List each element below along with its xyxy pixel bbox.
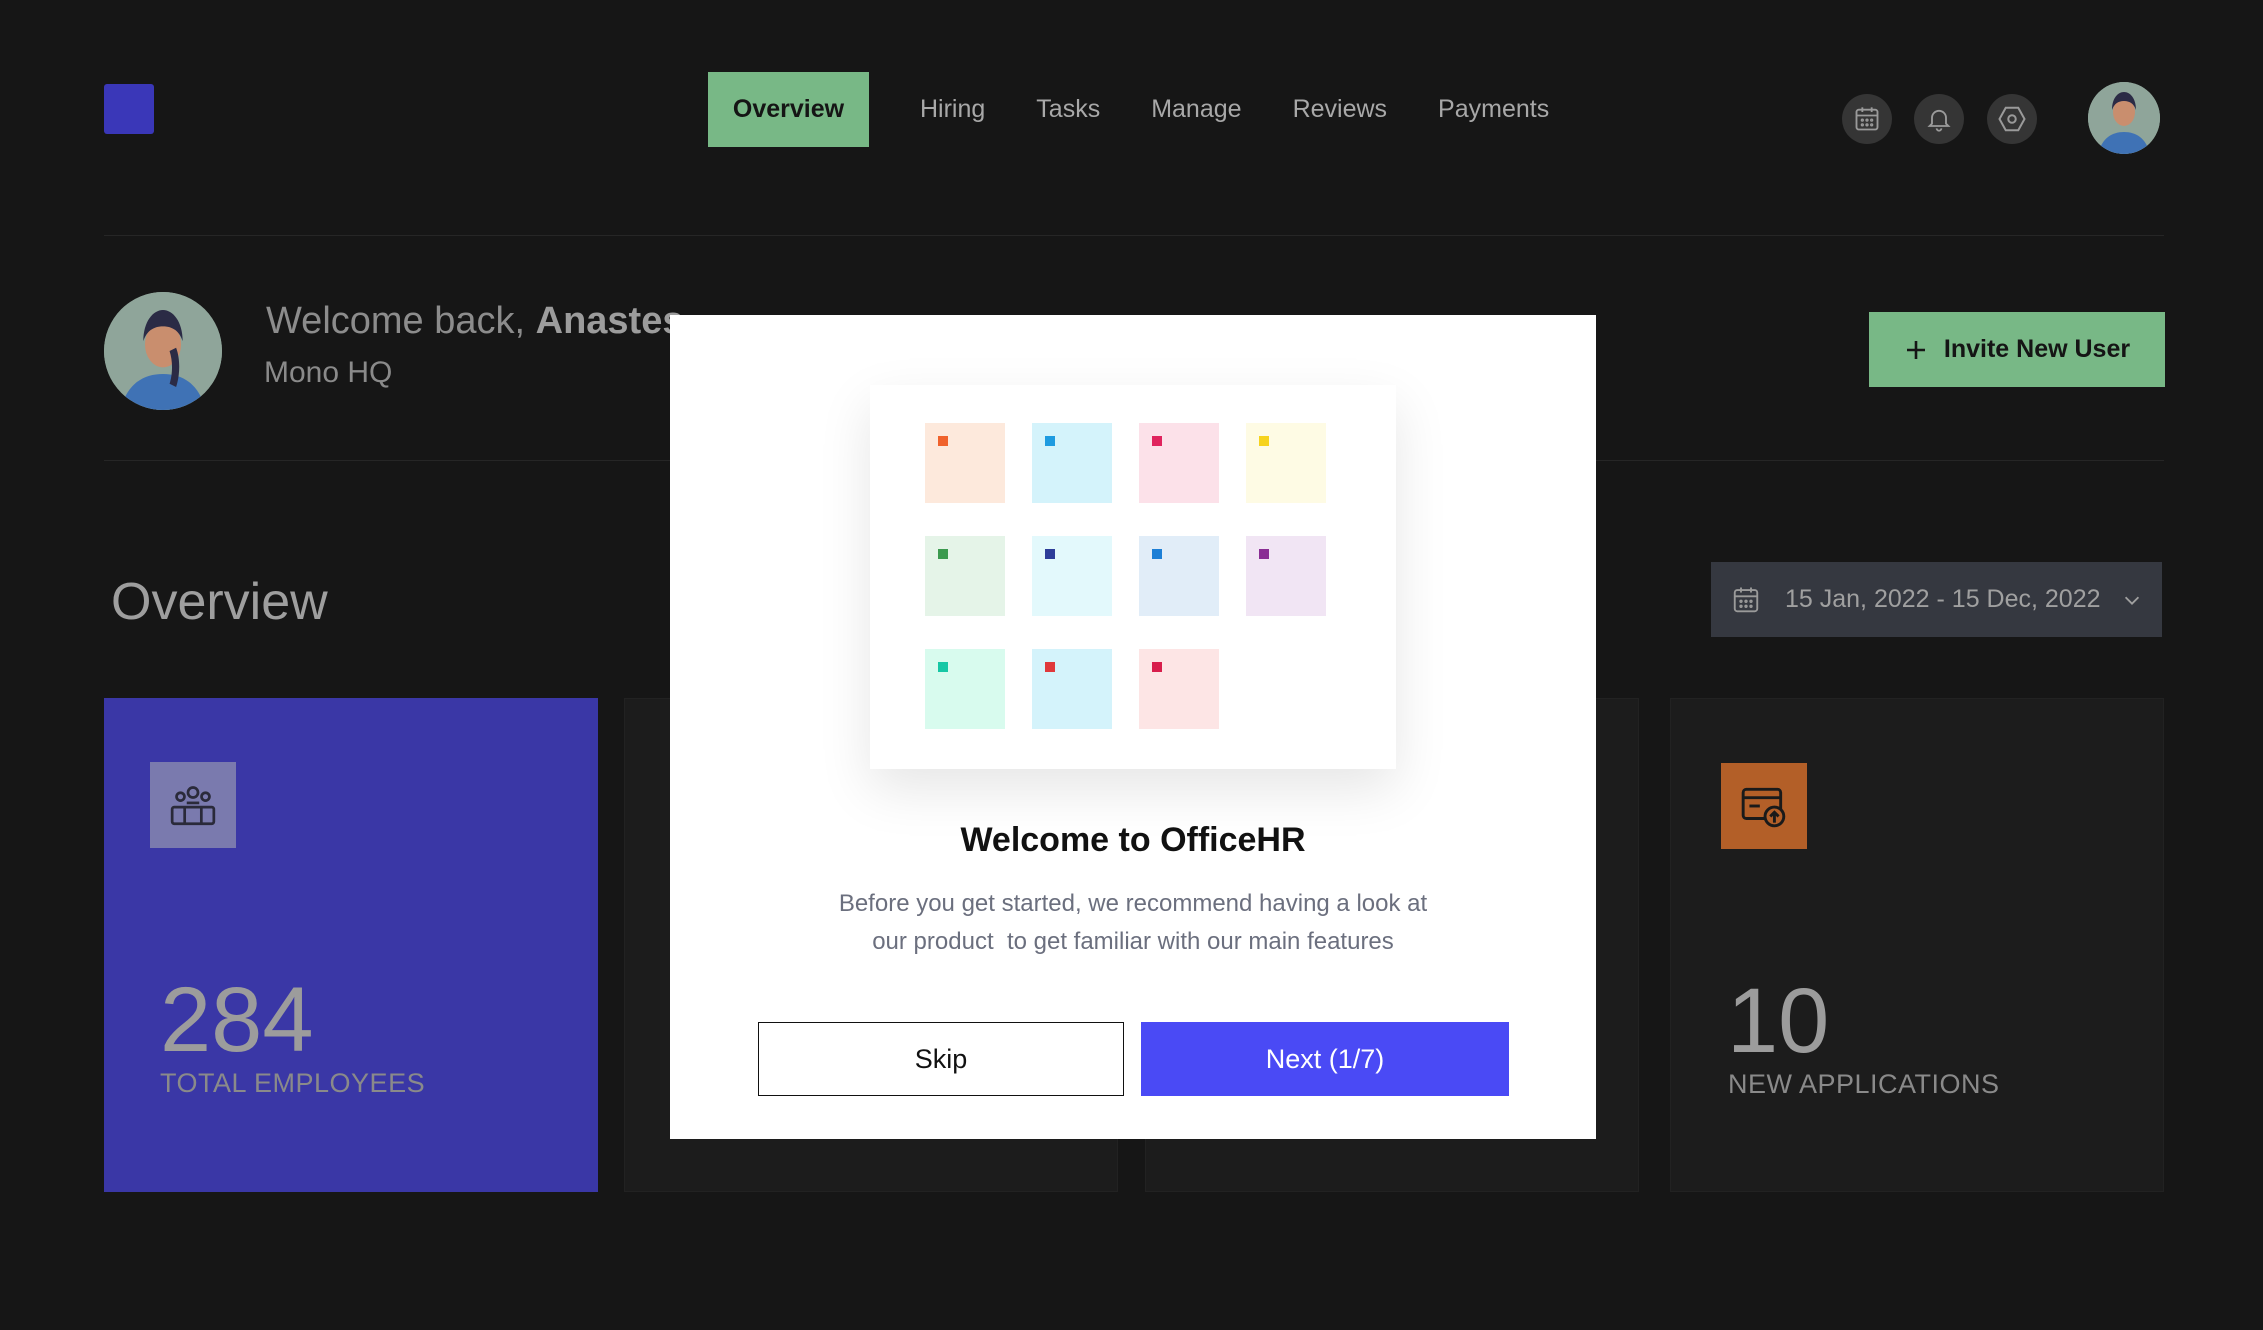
card-icon-box [1721,763,1807,849]
feature-tile-dot [1259,549,1269,559]
invite-button-label: Invite New User [1943,335,2131,363]
organization-name: Mono HQ [264,356,393,389]
nav-overview[interactable]: Overview [708,72,869,147]
feature-tile [925,536,1005,616]
modal-title: Welcome to OfficeHR [960,821,1306,859]
header-divider [104,235,2164,236]
feature-tile [925,423,1005,503]
welcome-name: Anastes [535,300,684,342]
card-value: 10 [1727,970,1830,1072]
chevron-down-icon [2124,596,2139,605]
card-new-applications[interactable]: 10 NEW APPLICATIONS [1670,698,2164,1192]
modal-description: Before you get started, we recommend hav… [790,885,1476,961]
card-label: TOTAL EMPLOYEES [160,1068,426,1098]
calendar-icon [1855,107,1879,131]
feature-tile-dot [1152,436,1162,446]
invite-new-user-button[interactable]: Invite New User [1869,312,2165,387]
card-label: NEW APPLICATIONS [1728,1069,2000,1099]
welcome-message: Welcome back, Anastes [266,300,683,343]
onboarding-modal: Welcome to OfficeHR Before you get start… [670,315,1596,1139]
profile-avatar [104,292,222,410]
feature-tile [1246,423,1326,503]
feature-tile [1139,423,1219,503]
feature-tile-dot [1152,662,1162,672]
feature-tile [1246,536,1326,616]
welcome-prefix: Welcome back, [266,300,536,342]
feature-tile [1032,536,1112,616]
feature-tile-dot [938,436,948,446]
date-range-text: 15 Jan, 2022 - 15 Dec, 2022 [1785,585,2101,613]
feature-preview [870,385,1396,769]
settings-button[interactable] [1987,94,2037,144]
app-logo[interactable] [104,84,154,134]
nav-tasks[interactable]: Tasks [1036,95,1100,124]
calendar-icon [1733,587,1759,612]
nav-hiring[interactable]: Hiring [920,95,985,124]
next-button[interactable]: Next (1/7) [1141,1022,1509,1096]
nav-payments[interactable]: Payments [1438,95,1549,124]
plus-icon [1906,340,1925,359]
card-total-employees[interactable]: 284 TOTAL EMPLOYEES [104,698,598,1192]
user-avatar-image [2088,82,2160,154]
team-icon [170,786,216,826]
feature-tile-dot [938,549,948,559]
bell-icon [1927,109,1951,132]
feature-tile [1032,649,1112,729]
date-range-picker[interactable]: 15 Jan, 2022 - 15 Dec, 2022 [1711,562,2162,637]
feature-tile [925,649,1005,729]
card-icon-box [150,762,236,848]
feature-tile [1139,536,1219,616]
feature-tile-dot [1045,549,1055,559]
modal-description-line-1: Before you get started, we recommend hav… [838,890,1428,917]
feature-tile [1032,423,1112,503]
nav-manage[interactable]: Manage [1151,95,1241,124]
profile-avatar-image [104,292,222,410]
feature-tile-dot [1152,549,1162,559]
application-icon [1741,787,1786,828]
card-value: 284 [160,969,314,1071]
modal-description-line-2: our product to get familiar with our mai… [872,928,1394,955]
nav-reviews[interactable]: Reviews [1293,95,1387,124]
feature-tile-dot [1045,662,1055,672]
skip-button[interactable]: Skip [758,1022,1124,1096]
calendar-button[interactable] [1842,94,1892,144]
feature-tile [1139,649,1219,729]
feature-tile-dot [1259,436,1269,446]
feature-tile-dot [1045,436,1055,446]
overview-title: Overview [111,573,328,631]
settings-icon [1998,106,2026,132]
main-nav: Overview Hiring Tasks Manage Reviews Pay… [708,72,1600,147]
user-avatar[interactable] [2088,82,2160,154]
feature-tile-dot [938,662,948,672]
notifications-button[interactable] [1914,94,1964,144]
